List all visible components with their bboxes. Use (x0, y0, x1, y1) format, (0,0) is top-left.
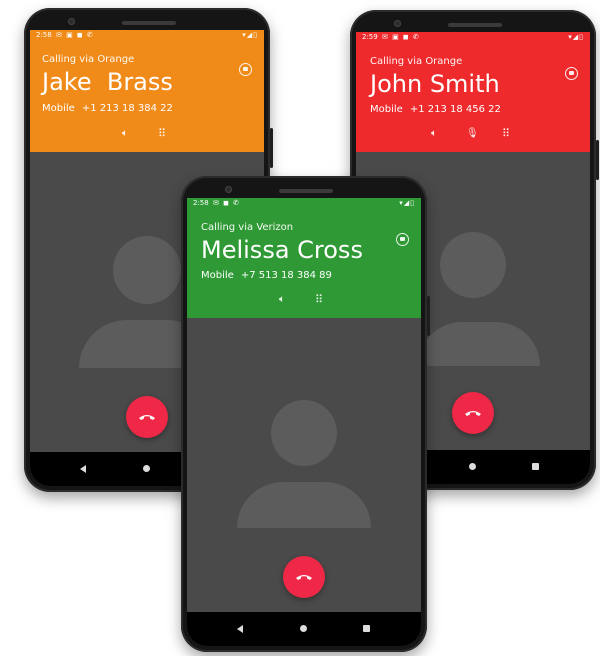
number-value: +1 213 18 456 22 (409, 104, 501, 115)
nav-bar (187, 612, 421, 646)
avatar-head (113, 236, 181, 304)
number-value: +7 513 18 384 89 (240, 270, 332, 281)
power-button (270, 128, 273, 168)
home-icon[interactable] (300, 625, 307, 632)
back-icon[interactable] (80, 465, 86, 473)
avatar-head (271, 400, 337, 466)
caller-name: John Smith (370, 70, 500, 98)
system-icons: ▾◢▯ (399, 199, 415, 207)
number-type: Mobile (201, 270, 234, 281)
call-header: 2:58 ✉ ▣ ◼ ✆ ▾◢▯ Calling via Orange Jake… (30, 30, 264, 152)
dialpad-icon[interactable]: ⠿ (315, 293, 323, 306)
hangup-button[interactable] (283, 556, 325, 598)
call-header: 2:58 ✉ ◼ ✆ ▾◢▯ Calling via Verizon Melis… (187, 198, 421, 318)
status-bar: 2:58 ✉ ◼ ✆ ▾◢▯ (187, 198, 421, 209)
phone-center: 2:58 ✉ ◼ ✆ ▾◢▯ Calling via Verizon Melis… (181, 176, 430, 652)
hangup-button[interactable] (126, 396, 168, 438)
notification-icons: ✉ ◼ ✆ (213, 199, 240, 207)
notification-icons: ✉ ▣ ◼ ✆ (56, 31, 94, 39)
status-time: 2:58 (36, 31, 52, 39)
avatar-body (418, 322, 540, 366)
avatar-body (237, 482, 371, 528)
front-camera (68, 18, 75, 25)
number-type: Mobile (42, 103, 75, 114)
home-icon[interactable] (143, 465, 150, 472)
carrier-label: Calling via Verizon (201, 222, 294, 233)
status-time: 2:59 (362, 33, 378, 41)
system-icons: ▾◢▯ (568, 33, 584, 41)
carrier-label: Calling via Orange (370, 56, 463, 67)
hangup-icon (465, 411, 481, 416)
power-button (427, 296, 430, 336)
status-bar: 2:58 ✉ ▣ ◼ ✆ ▾◢▯ (30, 30, 264, 41)
caller-name: Melissa Cross (201, 236, 363, 264)
call-header: 2:59 ✉ ▣ ◼ ✆ ▾◢▯ Calling via Orange John… (356, 32, 590, 152)
earpiece (448, 23, 502, 27)
number-type: Mobile (370, 104, 403, 115)
hangup-icon (296, 575, 312, 580)
hangup-icon (139, 415, 155, 420)
call-screen: 2:58 ✉ ◼ ✆ ▾◢▯ Calling via Verizon Melis… (187, 198, 421, 646)
system-icons: ▾◢▯ (242, 31, 258, 39)
power-button (596, 140, 599, 180)
status-bar: 2:59 ✉ ▣ ◼ ✆ ▾◢▯ (356, 32, 590, 43)
lock-icon (396, 233, 409, 246)
speaker-icon[interactable]: 🔈︎ (279, 294, 285, 305)
status-time: 2:58 (193, 199, 209, 207)
avatar-head (440, 232, 506, 298)
speaker-icon[interactable]: 🔈︎ (122, 128, 128, 139)
mic-off-icon[interactable]: 🎙︎ (466, 128, 479, 139)
caller-number: Mobile +1 213 18 384 22 (42, 103, 173, 114)
caller-number: Mobile +1 213 18 456 22 (370, 104, 501, 115)
front-camera (394, 20, 401, 27)
caller-number: Mobile +7 513 18 384 89 (201, 270, 332, 281)
caller-name: Jake Brass (42, 68, 173, 96)
back-icon[interactable] (237, 625, 243, 633)
carrier-label: Calling via Orange (42, 54, 135, 65)
lock-icon (565, 67, 578, 80)
notification-icons: ✉ ▣ ◼ ✆ (382, 33, 420, 41)
hangup-button[interactable] (452, 392, 494, 434)
number-value: +1 213 18 384 22 (81, 103, 173, 114)
lock-icon (239, 63, 252, 76)
front-camera (225, 186, 232, 193)
earpiece (279, 189, 333, 193)
recents-icon[interactable] (532, 463, 539, 470)
earpiece (122, 21, 176, 25)
dialpad-icon[interactable]: ⠿ (502, 127, 510, 140)
speaker-icon[interactable]: 🔈︎ (431, 128, 437, 139)
recents-icon[interactable] (363, 625, 370, 632)
home-icon[interactable] (469, 463, 476, 470)
mockup-scene: 2:58 ✉ ▣ ◼ ✆ ▾◢▯ Calling via Orange Jake… (0, 0, 600, 656)
dialpad-icon[interactable]: ⠿ (158, 127, 166, 140)
